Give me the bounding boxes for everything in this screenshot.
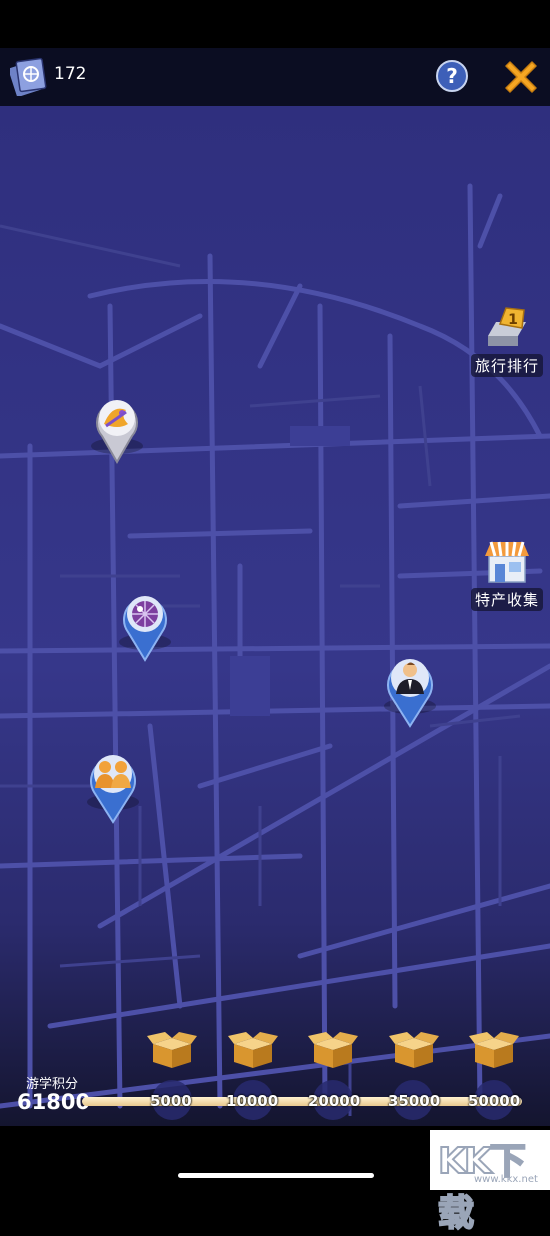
businessman-pin[interactable] xyxy=(377,646,443,730)
travel-ranking-label: 旅行排行 xyxy=(470,354,543,377)
city-map[interactable]: 1 旅行排行 特产收集 xyxy=(0,106,550,1126)
dragon-dance-pin[interactable] xyxy=(84,386,150,470)
disco-ball-pin[interactable] xyxy=(112,582,178,666)
map-roads xyxy=(0,183,550,1116)
home-indicator[interactable] xyxy=(178,1173,374,1178)
trophy-ranking-icon: 1 xyxy=(488,307,526,346)
reward-box-icon[interactable] xyxy=(147,1030,197,1070)
site-watermark: KK下载 www.kkx.net xyxy=(430,1130,550,1235)
score-progress-bar xyxy=(82,1097,522,1106)
milestone-value: 35000 xyxy=(388,1092,441,1110)
disco-ball-icon xyxy=(132,601,158,627)
passport-icon[interactable] xyxy=(10,56,48,96)
milestone-value: 20000 xyxy=(308,1092,361,1110)
shop-icon xyxy=(485,541,529,583)
study-score-value: 61800 xyxy=(17,1090,91,1114)
specialty-collection-label: 特产收集 xyxy=(470,588,543,611)
reward-box-icon[interactable] xyxy=(228,1030,278,1070)
travel-ranking-button[interactable]: 1 旅行排行 xyxy=(470,302,544,377)
watermark-url: www.kkx.net xyxy=(474,1174,538,1185)
passport-count: 172 xyxy=(54,64,87,84)
svg-text:1: 1 xyxy=(508,312,518,328)
milestone-value: 10000 xyxy=(226,1092,279,1110)
reward-box-icon[interactable] xyxy=(469,1030,519,1070)
status-bar xyxy=(0,0,550,48)
question-mark-icon[interactable]: ? xyxy=(436,60,468,92)
close-x-icon[interactable] xyxy=(500,56,542,98)
couple-pin[interactable] xyxy=(80,742,146,826)
svg-text:?: ? xyxy=(446,64,458,88)
reward-box-icon[interactable] xyxy=(308,1030,358,1070)
milestone-value: 5000 xyxy=(150,1092,192,1110)
reward-box-icon[interactable] xyxy=(389,1030,439,1070)
specialty-collection-button[interactable]: 特产收集 xyxy=(470,538,544,611)
milestone-value: 50000 xyxy=(468,1092,521,1110)
